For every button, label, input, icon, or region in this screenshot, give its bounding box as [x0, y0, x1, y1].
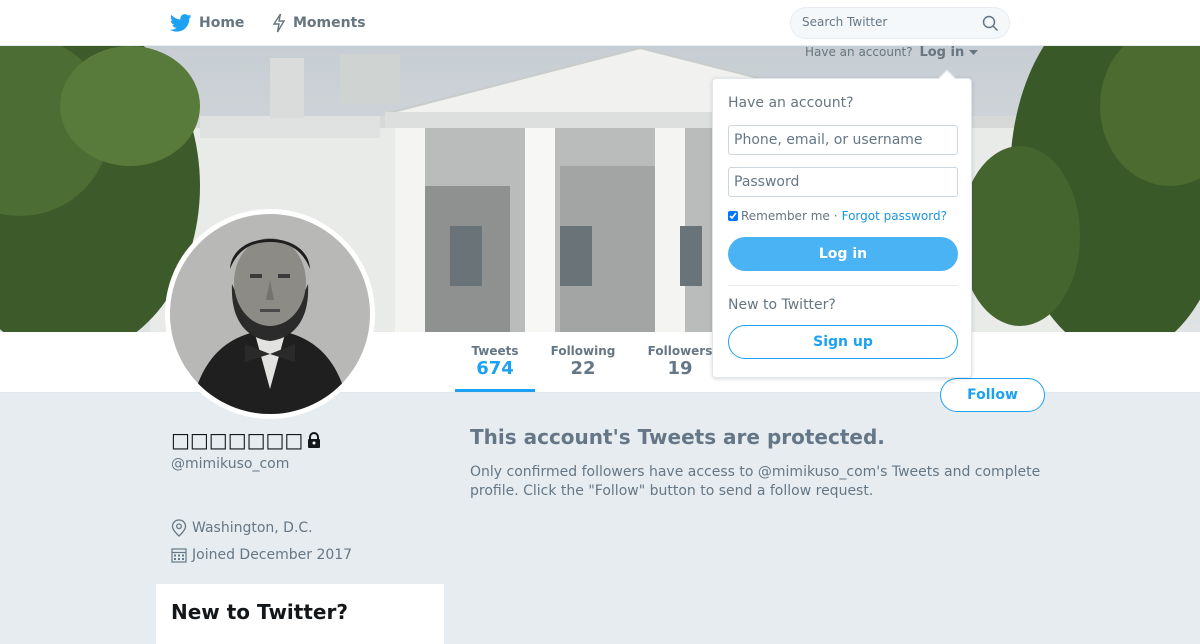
- caret-down-icon: [968, 50, 978, 55]
- login-dropdown-heading: Have an account?: [728, 95, 854, 111]
- protected-title: This account's Tweets are protected.: [470, 425, 885, 449]
- profile-name-text: □□□□□□□: [171, 428, 304, 452]
- new-to-twitter-title: New to Twitter?: [171, 600, 348, 624]
- top-navigation-bar: Home Moments: [0, 0, 1200, 46]
- login-button[interactable]: Log in: [728, 237, 958, 271]
- search-box: [790, 7, 1010, 39]
- search-button[interactable]: [982, 15, 999, 36]
- stat-followers-value: 19: [667, 358, 693, 379]
- lightning-icon: [272, 13, 286, 33]
- forgot-password-link[interactable]: Forgot password?: [842, 209, 947, 223]
- twitter-bird-icon: [170, 14, 192, 32]
- profile-joined-text: Joined December 2017: [192, 547, 353, 563]
- lock-icon: [308, 432, 321, 448]
- nav-home-label: Home: [199, 15, 245, 31]
- login-dropdown-toggle[interactable]: Log in: [919, 45, 978, 60]
- nav-moments-label: Moments: [293, 15, 366, 31]
- calendar-icon: [171, 548, 187, 563]
- profile-name: □□□□□□□: [171, 428, 322, 452]
- stat-following-value: 22: [570, 358, 596, 379]
- have-account-prompt: Have an account? Log in: [805, 45, 978, 60]
- stat-followers[interactable]: Followers 19: [647, 344, 713, 380]
- location-pin-icon: [171, 519, 187, 537]
- profile-location: Washington, D.C.: [171, 519, 313, 537]
- stat-following[interactable]: Following 22: [550, 344, 616, 380]
- dropdown-divider: [728, 285, 958, 286]
- remember-row: Remember me · Forgot password?: [728, 209, 947, 223]
- remember-me-checkbox[interactable]: [728, 211, 738, 221]
- login-dropdown: Have an account? Remember me · Forgot pa…: [712, 69, 972, 378]
- login-toggle-label: Log in: [919, 45, 965, 60]
- profile-joined-date: Joined December 2017: [171, 547, 352, 563]
- stat-following-label: Following: [550, 344, 616, 358]
- have-account-text: Have an account?: [805, 45, 913, 59]
- profile-location-text: Washington, D.C.: [192, 520, 313, 536]
- active-tab-indicator: [455, 389, 535, 392]
- stat-tweets-label: Tweets: [471, 344, 519, 358]
- new-to-twitter-card: New to Twitter?: [156, 584, 444, 644]
- protected-message: Only confirmed followers have access to …: [470, 464, 1041, 499]
- nav-moments-link[interactable]: Moments: [272, 0, 366, 46]
- signup-button[interactable]: Sign up: [728, 325, 958, 359]
- new-to-twitter-prompt: New to Twitter?: [728, 297, 836, 313]
- search-input[interactable]: [802, 15, 977, 29]
- search-icon: [982, 15, 999, 32]
- profile-handle: @mimikuso_com: [171, 456, 290, 472]
- password-field[interactable]: [728, 167, 958, 197]
- stat-followers-label: Followers: [647, 344, 713, 358]
- remember-me-label: Remember me: [741, 209, 830, 223]
- username-field[interactable]: [728, 125, 958, 155]
- stat-tweets[interactable]: Tweets 674: [470, 344, 520, 380]
- stat-tweets-value: 674: [476, 358, 514, 379]
- profile-avatar[interactable]: [165, 209, 375, 419]
- follow-button[interactable]: Follow: [940, 378, 1045, 412]
- nav-home-link[interactable]: Home: [170, 0, 244, 46]
- separator-dot: ·: [833, 209, 838, 223]
